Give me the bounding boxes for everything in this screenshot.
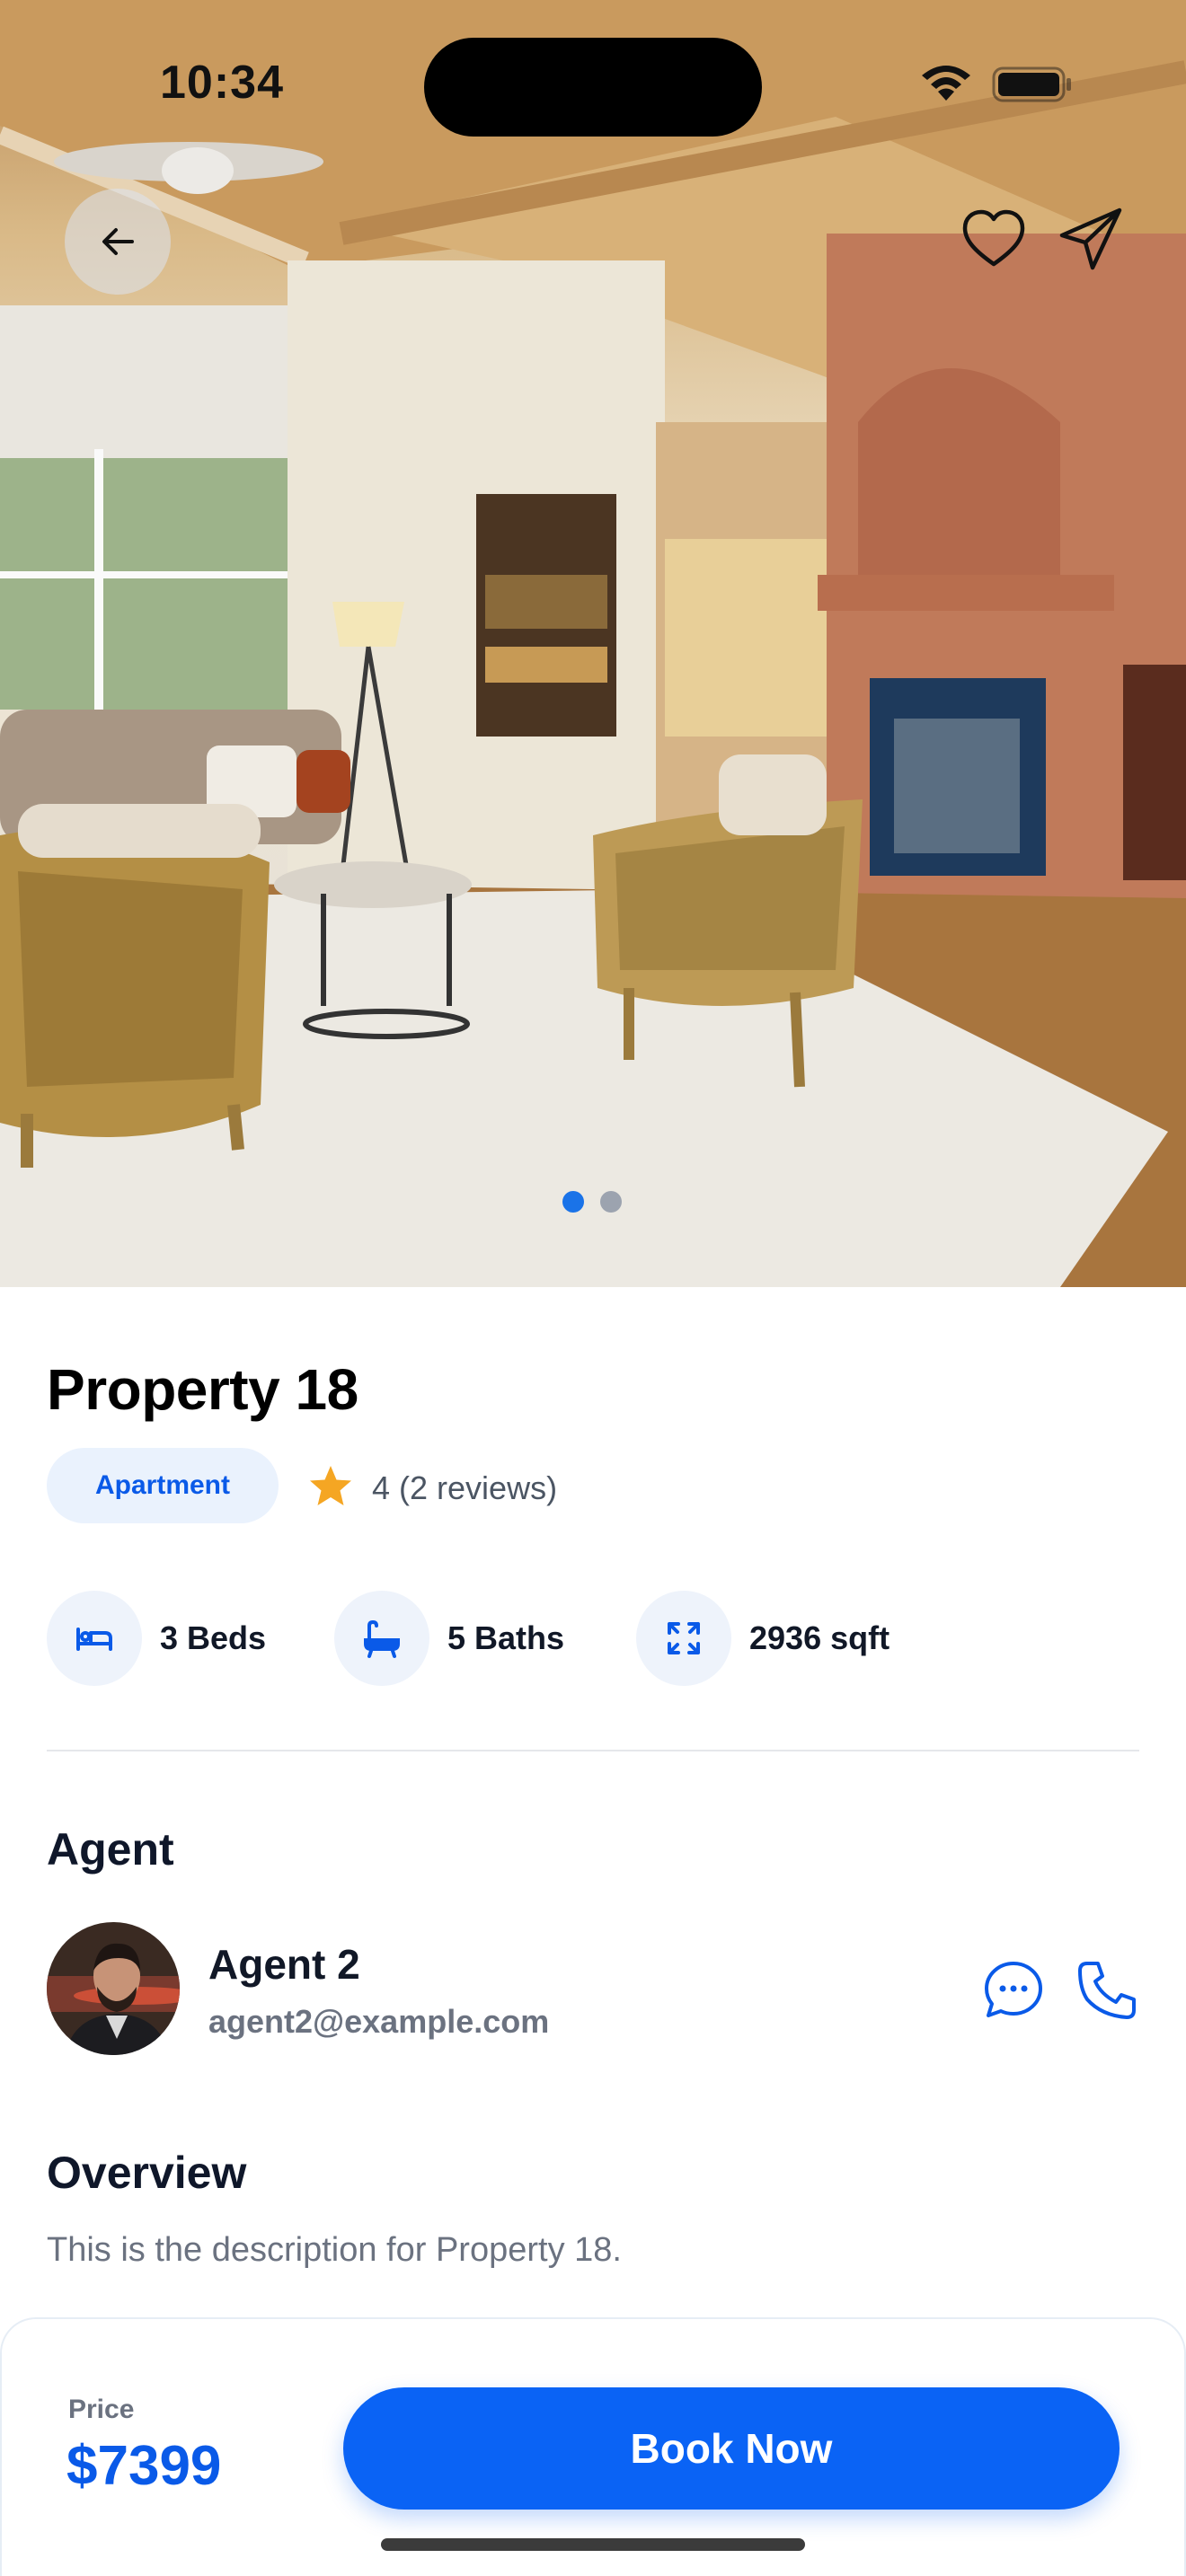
price-value: $7399 <box>66 2435 222 2497</box>
agent-section-title: Agent <box>47 1824 174 1875</box>
book-now-button[interactable]: Book Now <box>343 2387 1120 2510</box>
price-label: Price <box>68 2395 135 2424</box>
status-time: 10:34 <box>160 57 284 109</box>
rating-text: 4 (2 reviews) <box>372 1469 558 1506</box>
overview-description: This is the description for Property 18. <box>47 2231 622 2269</box>
phone-icon[interactable] <box>1075 1958 1139 2023</box>
property-photo <box>0 0 1186 1287</box>
home-indicator[interactable] <box>381 2538 805 2551</box>
property-image-gallery[interactable]: 10:34 <box>0 0 1186 1287</box>
property-title: Property 18 <box>47 1357 358 1422</box>
gallery-dot[interactable] <box>600 1191 622 1213</box>
baths-label: 5 Baths <box>447 1619 565 1656</box>
agent-email[interactable]: agent2@example.com <box>208 2003 549 2041</box>
bed-icon <box>47 1591 142 1686</box>
avatar <box>47 1922 180 2055</box>
favorite-heart-icon[interactable] <box>960 205 1028 273</box>
feature-beds: 3 Beds <box>47 1590 266 1687</box>
share-send-icon[interactable] <box>1055 203 1127 275</box>
beds-label: 3 Beds <box>160 1619 267 1656</box>
wifi-icon <box>922 66 970 101</box>
battery-icon <box>992 66 1071 102</box>
chat-bubble-icon[interactable] <box>981 1958 1046 2023</box>
property-type-badge: Apartment <box>47 1448 279 1523</box>
back-button[interactable] <box>65 189 171 295</box>
expand-icon <box>636 1591 731 1686</box>
gallery-pagination <box>562 1191 622 1213</box>
divider <box>47 1750 1139 1751</box>
dynamic-island <box>424 38 762 137</box>
star-icon <box>310 1466 351 1505</box>
feature-baths: 5 Baths <box>334 1590 564 1687</box>
agent-name: Agent 2 <box>208 1941 360 1988</box>
area-label: 2936 sqft <box>749 1619 890 1656</box>
gallery-dot-active[interactable] <box>562 1191 584 1213</box>
feature-area: 2936 sqft <box>636 1590 890 1687</box>
arrow-left-icon <box>102 228 134 255</box>
bathtub-icon <box>334 1591 429 1686</box>
overview-section-title: Overview <box>47 2148 247 2198</box>
